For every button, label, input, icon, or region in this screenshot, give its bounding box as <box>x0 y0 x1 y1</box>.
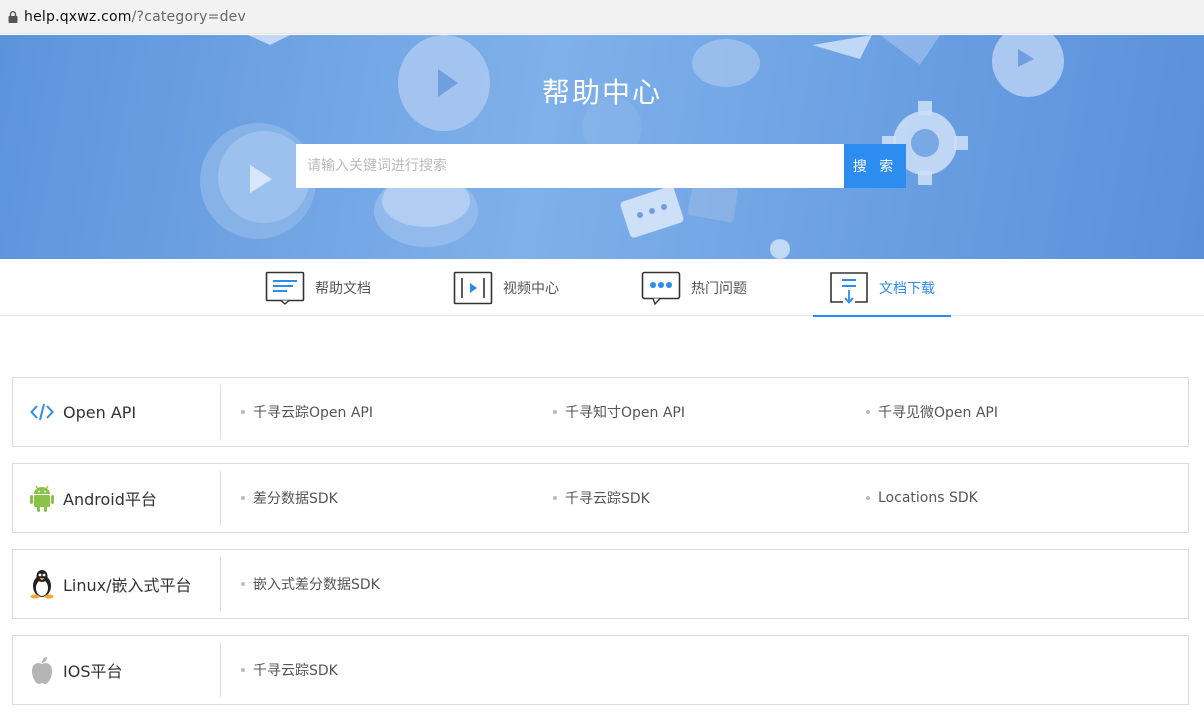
tab-label: 热门问题 <box>691 280 747 297</box>
doc-link[interactable]: 千寻云踪Open API <box>241 378 373 446</box>
category-header: IOS平台 <box>13 636 221 704</box>
category-header: Android平台 <box>13 464 221 532</box>
doc-link-label: 千寻云踪SDK <box>565 491 650 507</box>
tab-label: 视频中心 <box>503 280 559 297</box>
lock-icon <box>6 10 20 24</box>
doc-link[interactable]: Locations SDK <box>866 464 978 532</box>
bullet-icon <box>553 496 557 500</box>
active-tab-indicator <box>813 315 951 317</box>
bullet-icon <box>241 668 245 672</box>
bullet-icon <box>241 496 245 500</box>
url-path: /?category=dev <box>131 8 246 25</box>
doc-link-label: 千寻知寸Open API <box>565 405 685 421</box>
divider <box>220 643 221 697</box>
doc-link-label: 嵌入式差分数据SDK <box>253 577 380 593</box>
doc-link[interactable]: 千寻知寸Open API <box>553 378 685 446</box>
doc-link-label: 千寻云踪SDK <box>253 663 338 679</box>
chat-bubble-icon <box>641 271 681 305</box>
doc-link[interactable]: 千寻云踪SDK <box>241 636 338 704</box>
tab-video-center[interactable]: 视频中心 <box>453 259 559 316</box>
category-tabs: 帮助文档 视频中心 热门问题 文档下载 <box>0 259 1204 317</box>
category-header: Linux/嵌入式平台 <box>13 550 221 618</box>
category-name: Open API <box>63 402 137 422</box>
code-icon <box>29 397 55 427</box>
doc-link[interactable]: 千寻见微Open API <box>866 378 998 446</box>
doc-link-label: 千寻见微Open API <box>878 405 998 421</box>
doc-link[interactable]: 差分数据SDK <box>241 464 338 532</box>
bullet-icon <box>553 410 557 414</box>
category-header: Open API <box>13 378 221 446</box>
category-name: Android平台 <box>63 490 157 509</box>
doc-link[interactable]: 千寻云踪SDK <box>553 464 650 532</box>
doc-link[interactable]: 嵌入式差分数据SDK <box>241 550 380 618</box>
document-lines-icon <box>265 271 305 305</box>
category-row-open-api: Open API 千寻云踪Open API 千寻知寸Open API 千寻见微O… <box>12 377 1189 447</box>
search-button[interactable]: 搜 索 <box>844 144 906 188</box>
bullet-icon <box>866 410 870 414</box>
doc-link-label: 千寻云踪Open API <box>253 405 373 421</box>
download-icon <box>829 271 869 305</box>
category-row-ios: IOS平台 千寻云踪SDK <box>12 635 1189 705</box>
bullet-icon <box>866 496 870 500</box>
divider <box>220 471 221 525</box>
divider <box>220 385 221 439</box>
tab-label: 文档下载 <box>879 280 935 297</box>
address-bar[interactable]: help.qxwz.com/?category=dev <box>0 0 1204 34</box>
category-row-android: Android平台 差分数据SDK 千寻云踪SDK Locations SDK <box>12 463 1189 533</box>
tab-help-docs[interactable]: 帮助文档 <box>265 259 371 316</box>
search-input[interactable] <box>296 144 844 188</box>
video-play-icon <box>453 271 493 305</box>
doc-link-label: Locations SDK <box>878 490 978 506</box>
divider <box>220 557 221 611</box>
tab-doc-download[interactable]: 文档下载 <box>813 259 951 317</box>
bullet-icon <box>241 582 245 586</box>
page-title: 帮助中心 <box>541 76 662 109</box>
bullet-icon <box>241 410 245 414</box>
category-name: Linux/嵌入式平台 <box>63 576 192 595</box>
category-name: IOS平台 <box>63 662 123 681</box>
search-bar: 搜 索 <box>296 144 906 188</box>
tab-hot-questions[interactable]: 热门问题 <box>641 259 747 316</box>
doc-link-label: 差分数据SDK <box>253 491 338 507</box>
category-row-linux: Linux/嵌入式平台 嵌入式差分数据SDK <box>12 549 1189 619</box>
tab-label: 帮助文档 <box>315 280 371 297</box>
apple-icon <box>29 655 55 685</box>
url-text: help.qxwz.com/?category=dev <box>24 9 246 25</box>
url-host: help.qxwz.com <box>24 8 132 25</box>
hero-banner: 帮助中心 搜 索 <box>0 35 1204 259</box>
linux-penguin-icon <box>29 569 55 599</box>
android-icon <box>29 483 55 513</box>
